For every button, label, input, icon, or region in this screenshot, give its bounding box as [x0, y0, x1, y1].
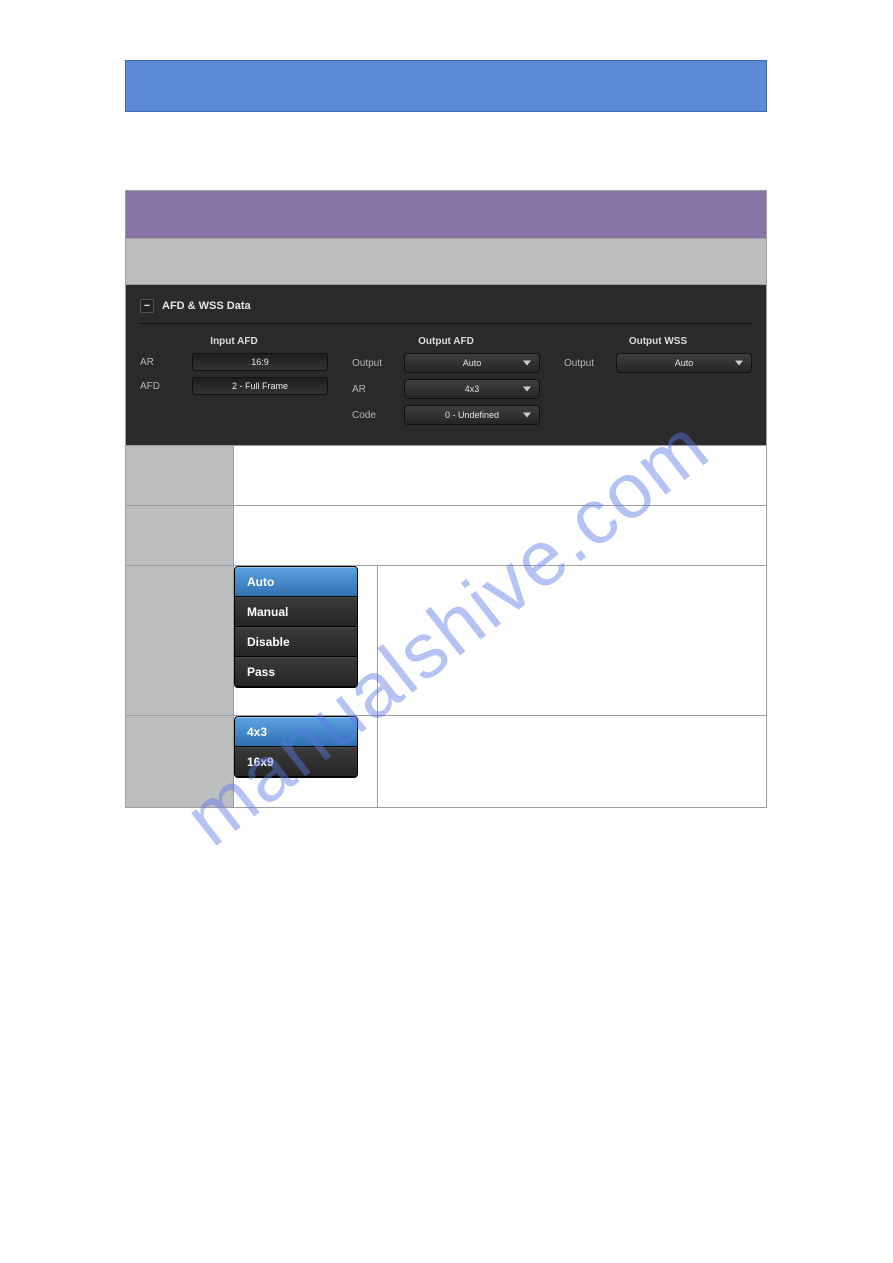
main-table: − AFD & WSS Data Input AFD AR 16:9 AFD	[125, 190, 767, 808]
panel-header[interactable]: − AFD & WSS Data	[140, 295, 752, 324]
output-afd-code-label: Code	[352, 410, 394, 421]
panel-title: AFD & WSS Data	[162, 300, 251, 312]
output-afd-header: Output AFD	[352, 332, 540, 353]
menu1-item-disable[interactable]: Disable	[235, 627, 357, 657]
purple-header-row	[126, 191, 767, 239]
menu2-item-16x9[interactable]: 16x9	[235, 747, 357, 777]
panel-body: Input AFD AR 16:9 AFD 2 - Full Frame	[140, 324, 752, 431]
collapse-icon[interactable]: −	[140, 299, 154, 313]
output-wss-output-value: Auto	[675, 358, 694, 368]
menu1-item-auto[interactable]: Auto	[235, 567, 357, 597]
output-afd-ar-select[interactable]: 4x3	[404, 379, 540, 399]
info-row-1-right	[234, 446, 767, 506]
menu1-item-pass[interactable]: Pass	[235, 657, 357, 687]
ar-menu: 4x3 16x9	[234, 716, 358, 778]
output-wss-column: Output WSS Output Auto	[564, 332, 752, 431]
input-afd-value: 2 - Full Frame	[192, 377, 328, 395]
info-row-1-left	[126, 446, 234, 506]
menu1-cell: Auto Manual Disable Pass	[234, 566, 378, 716]
output-afd-output-value: Auto	[463, 358, 482, 368]
menu1-right	[378, 566, 767, 716]
output-afd-code-value: 0 - Undefined	[445, 410, 499, 420]
output-afd-output-label: Output	[352, 358, 394, 369]
menu2-cell: 4x3 16x9	[234, 716, 378, 808]
menu2-right	[378, 716, 767, 808]
afd-panel-row: − AFD & WSS Data Input AFD AR 16:9 AFD	[126, 285, 767, 446]
menu2-left	[126, 716, 234, 808]
menu2-row: 4x3 16x9	[126, 716, 767, 808]
grey-subheader-row	[126, 239, 767, 285]
output-afd-ar-value: 4x3	[465, 384, 480, 394]
output-mode-menu: Auto Manual Disable Pass	[234, 566, 358, 688]
output-afd-output-select[interactable]: Auto	[404, 353, 540, 373]
output-wss-output-label: Output	[564, 358, 606, 369]
info-row-2-left	[126, 506, 234, 566]
info-row-1	[126, 446, 767, 506]
output-afd-ar-label: AR	[352, 384, 394, 395]
input-afd-label: AFD	[140, 381, 182, 392]
output-afd-column: Output AFD Output Auto AR 4x3 Code	[352, 332, 540, 431]
input-afd-header: Input AFD	[140, 332, 328, 353]
output-wss-output-select[interactable]: Auto	[616, 353, 752, 373]
page-root: − AFD & WSS Data Input AFD AR 16:9 AFD	[0, 0, 893, 1263]
top-banner	[125, 60, 767, 112]
menu1-item-manual[interactable]: Manual	[235, 597, 357, 627]
output-wss-header: Output WSS	[564, 332, 752, 353]
menu1-left	[126, 566, 234, 716]
menu2-item-4x3[interactable]: 4x3	[235, 717, 357, 747]
output-afd-code-select[interactable]: 0 - Undefined	[404, 405, 540, 425]
info-row-2-right	[234, 506, 767, 566]
menu1-row: Auto Manual Disable Pass	[126, 566, 767, 716]
input-ar-label: AR	[140, 357, 182, 368]
input-afd-column: Input AFD AR 16:9 AFD 2 - Full Frame	[140, 332, 328, 431]
input-ar-value: 16:9	[192, 353, 328, 371]
info-row-2	[126, 506, 767, 566]
afd-wss-panel: − AFD & WSS Data Input AFD AR 16:9 AFD	[126, 285, 766, 445]
